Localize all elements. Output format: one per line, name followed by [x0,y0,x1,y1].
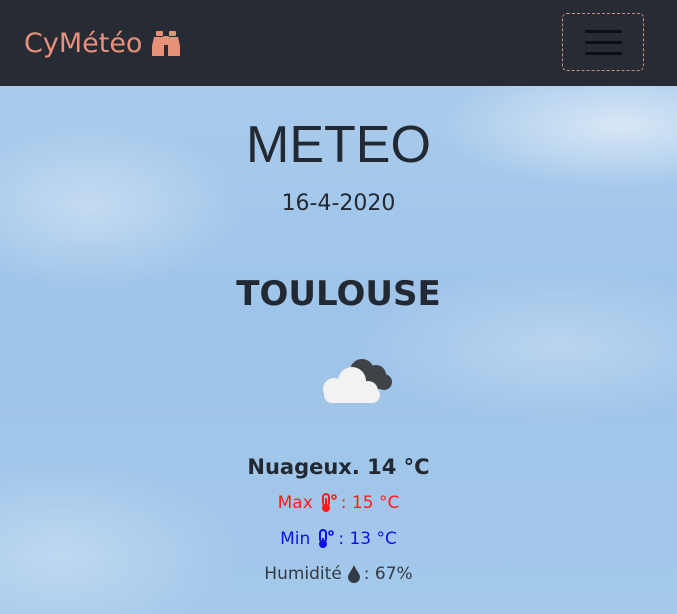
brand-link[interactable]: CyMétéo [24,26,182,62]
brand-name: CyMétéo [24,28,143,59]
max-value: : 15 °C [340,493,400,513]
humidity-label: Humidité [264,564,342,584]
binoculars-icon [150,30,182,58]
city-name: TOULOUSE [236,274,441,314]
max-label: Max [277,493,313,513]
weather-condition: Nuageux. 14 °C [247,455,430,479]
water-drop-icon [342,562,364,586]
humidity-value: : 67% [363,564,413,584]
date-text: 16-4-2020 [281,191,396,216]
max-temperature: Max : 15 °C [0,491,677,515]
min-value: : 13 °C [338,529,397,549]
min-label: Min [280,529,311,549]
min-temperature: Min : 13 °C [0,527,677,551]
cloudy-icon [312,351,396,413]
thermometer-icon [310,527,338,551]
navbar: CyMétéo [0,0,677,86]
navbar-toggler-button[interactable] [562,13,644,71]
page-title: METEO [246,116,431,174]
thermometer-icon [313,491,341,515]
humidity: Humidité : 67% [0,562,677,586]
